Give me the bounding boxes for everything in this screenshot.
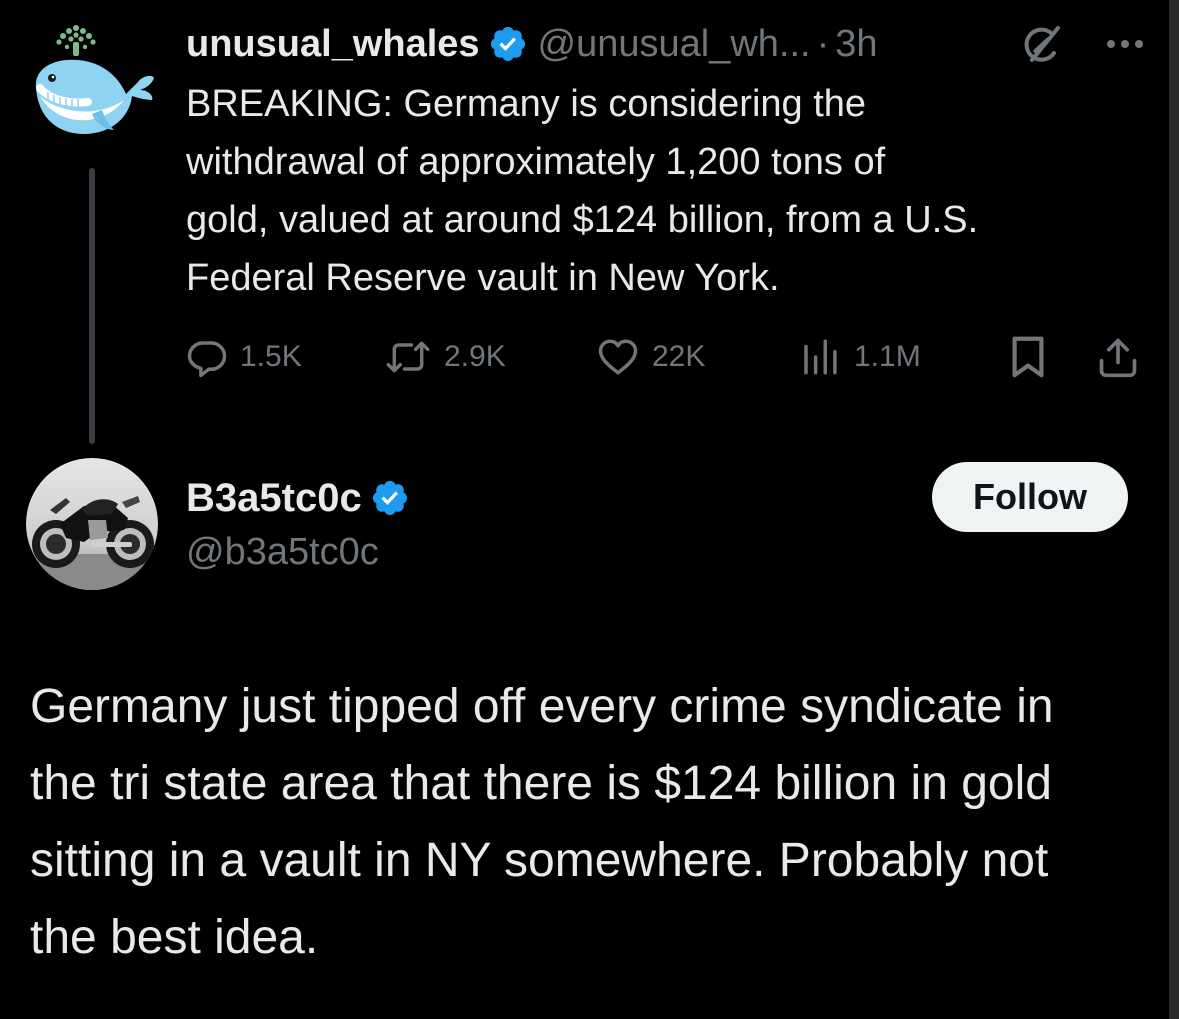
like-count: 22K <box>652 340 706 373</box>
like-button[interactable]: 22K <box>596 330 705 384</box>
bookmark-icon <box>1008 334 1048 380</box>
repost-icon <box>384 336 432 378</box>
tweet-text: BREAKING: Germany is considering the wit… <box>186 83 979 299</box>
tweet-timestamp[interactable]: 3h <box>835 20 877 68</box>
reply-icon <box>186 336 228 378</box>
reply-text: Germany just tipped off every crime synd… <box>30 680 1054 964</box>
repost-count: 2.9K <box>444 340 506 373</box>
verified-badge-icon <box>488 24 528 64</box>
reply-button[interactable]: 1.5K <box>186 330 302 384</box>
bookmark-button[interactable] <box>1008 330 1048 384</box>
author-display-name[interactable]: unusual_whales <box>186 20 480 68</box>
view-count: 1.1M <box>854 340 921 373</box>
reply-author-handle[interactable]: @b3a5tc0c <box>186 528 379 576</box>
tweet-action-bar: 1.5K 2.9K 22K 1.1M <box>186 330 1146 384</box>
more-options-icon[interactable] <box>1104 34 1146 54</box>
whale-avatar-icon[interactable] <box>26 18 158 142</box>
follow-button[interactable]: Follow <box>932 462 1128 532</box>
scrollbar-edge <box>1169 0 1179 1019</box>
repost-button[interactable]: 2.9K <box>384 330 506 384</box>
share-icon <box>1096 334 1140 380</box>
verified-badge-icon <box>370 478 410 518</box>
views-chart-icon <box>798 336 842 378</box>
views-button[interactable]: 1.1M <box>798 330 921 384</box>
heart-icon <box>596 336 640 378</box>
grok-icon[interactable] <box>1018 23 1064 69</box>
motorcycle-avatar-icon <box>26 458 158 590</box>
author-handle[interactable]: @unusual_wh... <box>538 20 811 68</box>
parent-tweet[interactable]: unusual_whales @unusual_wh... · 3h BREAK… <box>0 0 1160 445</box>
reply-author-name-row: B3a5tc0c <box>186 472 420 524</box>
header-separator: · <box>816 23 830 65</box>
reply-author-avatar[interactable] <box>26 458 158 590</box>
share-button[interactable] <box>1096 330 1140 384</box>
reply-count: 1.5K <box>240 340 302 373</box>
reply-author-display-name[interactable]: B3a5tc0c <box>186 476 362 521</box>
tweet-header: unusual_whales @unusual_wh... · 3h <box>186 20 878 68</box>
thread-connector-line <box>89 168 95 444</box>
